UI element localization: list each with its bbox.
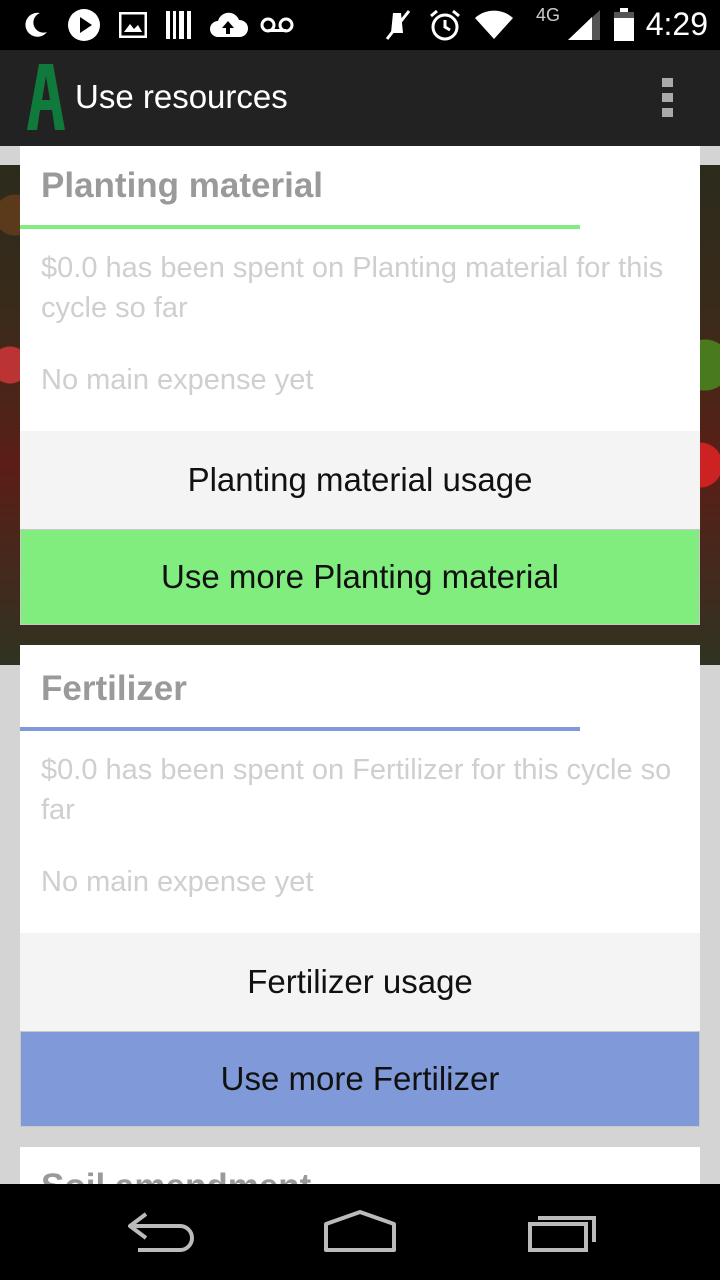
wifi-icon	[474, 8, 514, 42]
status-bar: 4G 4:29	[0, 0, 720, 50]
screen: 4G 4:29 Use resources Planting material …	[0, 0, 720, 1280]
home-icon[interactable]	[320, 1206, 400, 1256]
use-more-planting-material-button[interactable]: Use more Planting material	[20, 529, 700, 625]
card-title: Fertilizer	[41, 669, 187, 708]
page-title: Use resources	[75, 78, 288, 115]
resource-card-fertilizer: Fertilizer $0.0 has been spent on Fertil…	[20, 645, 700, 1127]
card-description: $0.0 has been spent on Fertilizer for th…	[41, 754, 672, 826]
network-type-label: 4G	[535, 4, 560, 25]
card-title: Planting material	[41, 166, 324, 205]
mute-icon	[382, 8, 414, 42]
moon-icon	[18, 8, 52, 42]
voicemail-icon	[260, 8, 294, 42]
navigation-bar	[0, 1184, 720, 1280]
action-bar: Use resources	[0, 50, 720, 146]
image-icon	[118, 8, 148, 42]
clock-time: 4:29	[645, 6, 708, 42]
cloud-upload-icon	[208, 8, 248, 42]
barcode-icon	[164, 8, 194, 42]
card-main-expense: No main expense yet	[41, 364, 314, 396]
use-more-fertilizer-button[interactable]: Use more Fertilizer	[20, 1031, 700, 1127]
card-main-expense: No main expense yet	[41, 866, 314, 898]
signal-icon	[566, 8, 602, 42]
more-vert-icon[interactable]	[662, 78, 676, 120]
planting-material-usage-button[interactable]: Planting material usage	[20, 431, 700, 529]
battery-icon	[612, 8, 636, 42]
app-logo[interactable]	[24, 64, 68, 130]
resource-card-planting-material: Planting material $0.0 has been spent on…	[20, 146, 700, 625]
alarm-icon	[428, 8, 462, 42]
back-icon[interactable]	[120, 1206, 200, 1256]
card-divider	[20, 225, 580, 229]
card-divider	[20, 727, 580, 731]
recent-apps-icon[interactable]	[524, 1206, 604, 1256]
fertilizer-usage-button[interactable]: Fertilizer usage	[20, 933, 700, 1031]
card-description: $0.0 has been spent on Planting material…	[41, 252, 664, 324]
play-icon	[66, 8, 102, 42]
